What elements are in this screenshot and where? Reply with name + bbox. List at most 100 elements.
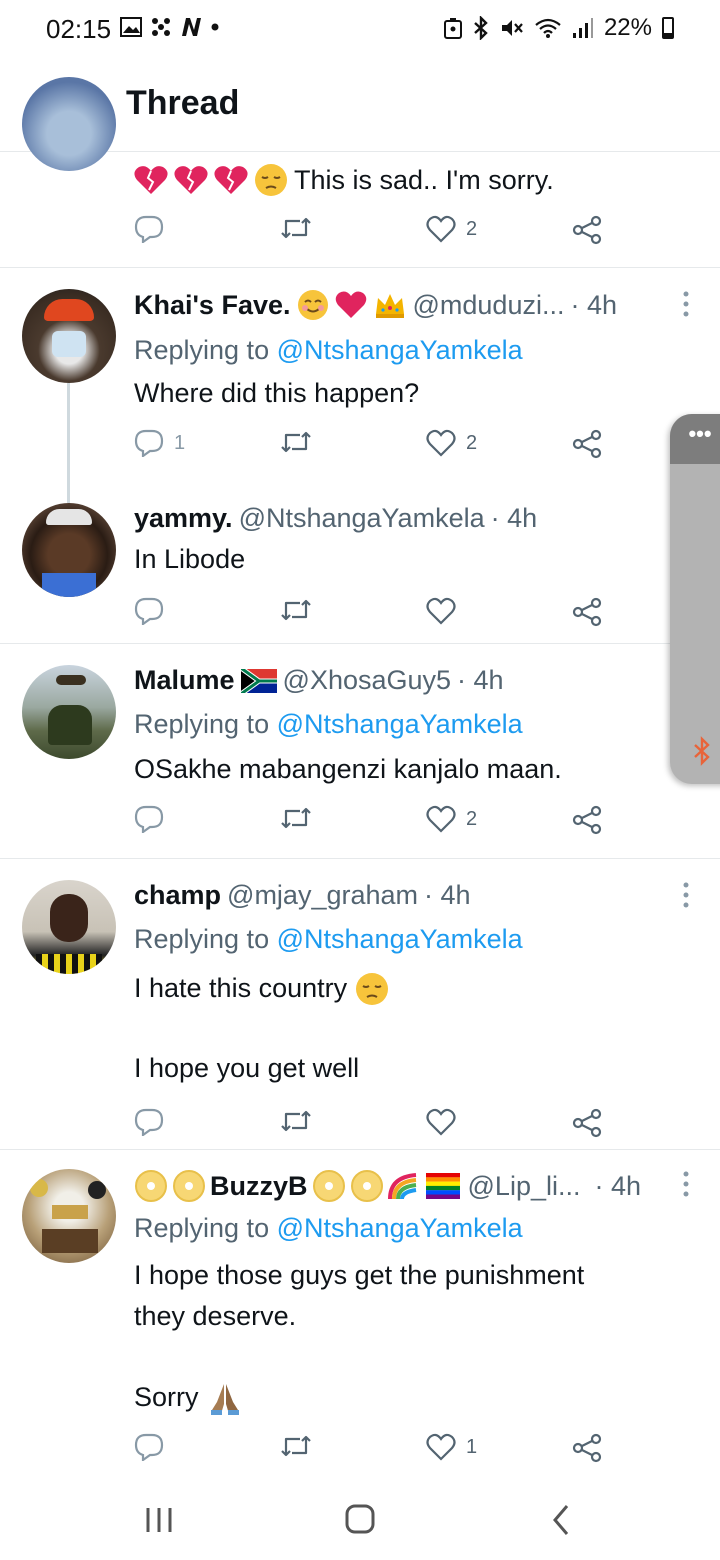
- more-vertical-icon[interactable]: [682, 291, 690, 317]
- more-vertical-icon[interactable]: [682, 882, 690, 908]
- tweet[interactable]: Malume @XhosaGuy5 · 4h Replying to @Ntsh…: [0, 645, 720, 859]
- dvd-emoji-icon: [312, 1170, 345, 1202]
- share-button[interactable]: [572, 1108, 602, 1138]
- avatar[interactable]: [22, 665, 116, 759]
- reply-button[interactable]: [134, 805, 164, 833]
- share-button[interactable]: [572, 597, 602, 627]
- share-icon: [572, 805, 602, 835]
- handle[interactable]: @mduduzi...: [413, 290, 565, 321]
- handle[interactable]: @Lip_li...: [468, 1171, 581, 1202]
- share-icon: [572, 597, 602, 627]
- replying-to-line: Replying to @NtshangaYamkela: [134, 924, 523, 955]
- tweet-actions: 2: [134, 215, 614, 251]
- reply-count: 1: [174, 431, 186, 454]
- like-button[interactable]: 2: [426, 429, 477, 457]
- reply-button[interactable]: [134, 1433, 164, 1461]
- handle[interactable]: @mjay_graham: [227, 880, 418, 911]
- thread-connector: [67, 383, 70, 503]
- handle[interactable]: @NtshangaYamkela: [239, 503, 485, 534]
- like-count: 2: [466, 431, 478, 454]
- tweet[interactable]: Khai's Fave. @mduduzi... · 4h Replying t…: [0, 269, 720, 503]
- replying-to-mention[interactable]: @NtshangaYamkela: [277, 924, 523, 954]
- avatar[interactable]: [22, 880, 116, 974]
- timestamp[interactable]: · 4h: [491, 503, 538, 534]
- replying-to-mention[interactable]: @NtshangaYamkela: [277, 1213, 523, 1243]
- like-count: 2: [466, 807, 478, 830]
- more-vertical-icon[interactable]: [682, 1171, 690, 1197]
- reply-button[interactable]: [134, 597, 164, 625]
- broken-heart-emoji-icon: [214, 166, 248, 194]
- south-africa-flag-emoji-icon: [240, 668, 277, 693]
- replying-to-mention[interactable]: @NtshangaYamkela: [277, 709, 523, 739]
- tweet-header-line: Malume @XhosaGuy5 · 4h: [134, 665, 504, 696]
- retweet-button[interactable]: [280, 215, 312, 241]
- timestamp[interactable]: · 4h: [457, 665, 504, 696]
- battery-percent: 22%: [603, 14, 652, 41]
- tweet-body-line: Sorry: [134, 1377, 243, 1418]
- tweet-body-text: I hope those guys get the punishment the…: [134, 1260, 585, 1331]
- retweet-button[interactable]: [280, 805, 312, 831]
- tweet-header-line: Khai's Fave. @mduduzi... · 4h: [134, 289, 617, 321]
- bluetooth-icon[interactable]: [692, 736, 712, 766]
- like-button[interactable]: 2: [426, 805, 477, 833]
- rainbow-flag-emoji-icon: [425, 1173, 460, 1199]
- back-icon[interactable]: [537, 1498, 587, 1542]
- replying-to-line: Replying to @NtshangaYamkela: [134, 709, 523, 740]
- home-icon[interactable]: [335, 1498, 385, 1542]
- display-name[interactable]: champ: [134, 880, 221, 911]
- edge-panel-menu[interactable]: •••: [670, 414, 720, 464]
- retweet-button[interactable]: [280, 429, 312, 455]
- heart-icon: [426, 805, 456, 833]
- smiling-face-emoji-icon: [297, 290, 328, 320]
- timestamp[interactable]: · 4h: [570, 290, 617, 321]
- gallery-notification-icon: [120, 17, 142, 37]
- timestamp[interactable]: · 4h: [594, 1171, 641, 1202]
- share-button[interactable]: [572, 215, 602, 245]
- share-icon: [572, 1108, 602, 1138]
- tweet-actions: [134, 1108, 614, 1144]
- retweet-button[interactable]: [280, 1108, 312, 1134]
- display-name[interactable]: yammy.: [134, 503, 233, 534]
- tweet[interactable]: BuzzyB @Lip_li... · 4h Replying to @Ntsh…: [0, 1151, 720, 1478]
- tweet[interactable]: champ @mjay_graham · 4h Replying to @Nts…: [0, 860, 720, 1150]
- tweet-actions: 2: [134, 805, 614, 841]
- handle[interactable]: @XhosaGuy5: [283, 665, 452, 696]
- share-button[interactable]: [572, 805, 602, 835]
- like-button[interactable]: 2: [426, 215, 477, 243]
- edge-panel-handle[interactable]: •••: [670, 414, 720, 784]
- tweet-body-text: Sorry: [134, 1382, 199, 1412]
- like-button[interactable]: [426, 1108, 456, 1136]
- display-name[interactable]: Khai's Fave.: [134, 290, 291, 321]
- timestamp[interactable]: · 4h: [424, 880, 471, 911]
- avatar[interactable]: [22, 1169, 116, 1263]
- like-button[interactable]: 1: [426, 1433, 477, 1461]
- avatar[interactable]: [22, 289, 116, 383]
- bluetooth-status-icon: [474, 16, 488, 40]
- replying-to-mention[interactable]: @NtshangaYamkela: [277, 335, 523, 365]
- folded-hands-emoji-icon: [210, 1383, 239, 1415]
- display-name[interactable]: Malume: [134, 665, 235, 696]
- tweet-actions: 1: [134, 1433, 614, 1469]
- tweet-actions: 1 2: [134, 429, 614, 465]
- tweet-header-line: yammy. @NtshangaYamkela · 4h: [134, 503, 537, 534]
- status-bar: 02:15 22%: [0, 0, 720, 60]
- reply-button[interactable]: 1: [134, 429, 185, 457]
- retweet-icon: [281, 1110, 311, 1132]
- reply-button[interactable]: [134, 1108, 164, 1136]
- recent-apps-icon[interactable]: [134, 1498, 184, 1542]
- avatar[interactable]: [22, 503, 116, 597]
- tweet-partial[interactable]: This is sad.. I'm sorry. 2: [0, 77, 720, 268]
- avatar[interactable]: [22, 77, 116, 171]
- pensive-face-emoji-icon: [356, 972, 389, 1005]
- tweet[interactable]: yammy. @NtshangaYamkela · 4h In Libode: [0, 489, 720, 644]
- heart-icon: [426, 1433, 456, 1461]
- retweet-button[interactable]: [280, 597, 312, 623]
- retweet-icon: [281, 431, 311, 453]
- share-button[interactable]: [572, 1433, 602, 1463]
- retweet-button[interactable]: [280, 1433, 312, 1459]
- share-button[interactable]: [572, 429, 602, 459]
- reply-button[interactable]: [134, 215, 164, 243]
- broken-heart-emoji-icon: [134, 166, 168, 194]
- like-button[interactable]: [426, 597, 456, 625]
- display-name[interactable]: BuzzyB: [210, 1171, 308, 1202]
